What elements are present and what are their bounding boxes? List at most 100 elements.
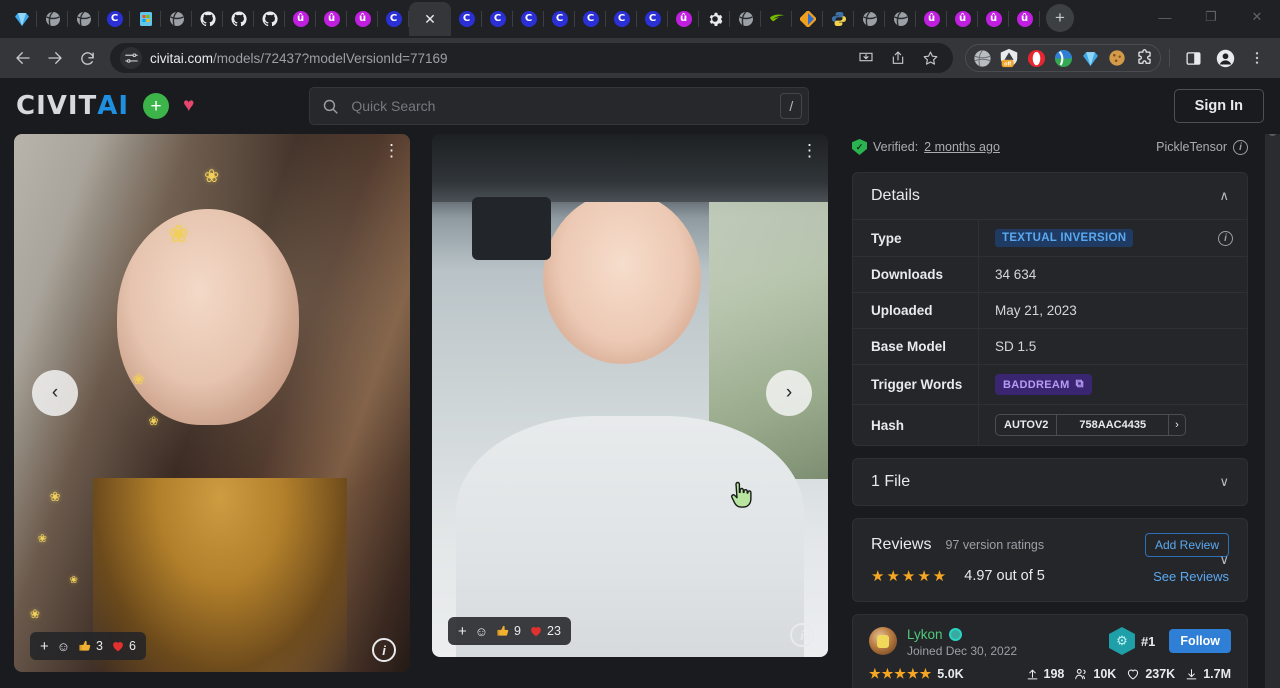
reviews-chevron-down-icon[interactable]: ∨ — [1219, 552, 1229, 568]
minimize-button[interactable]: — — [1142, 0, 1188, 34]
tab-civitai-9[interactable]: C — [637, 2, 668, 36]
tab-unstable-1[interactable]: û — [285, 2, 316, 36]
tab-civitai-2[interactable]: C — [378, 2, 409, 36]
thumbs-up-reaction[interactable]: 9 — [496, 624, 521, 638]
type-info-icon[interactable]: i — [1218, 231, 1233, 246]
maximize-button[interactable]: ❐ — [1188, 0, 1234, 34]
add-review-button[interactable]: Add Review — [1145, 533, 1229, 557]
tab-civitai-7[interactable]: C — [575, 2, 606, 36]
image-info-button[interactable]: i — [372, 638, 396, 662]
tab-civitai-5[interactable]: C — [513, 2, 544, 36]
tab-nvidia[interactable] — [761, 2, 792, 36]
colorful-ext-icon[interactable] — [1050, 45, 1076, 71]
tab-unstable-2[interactable]: û — [316, 2, 347, 36]
tab-globe-4[interactable] — [730, 2, 761, 36]
slide-menu-button[interactable]: ⋮ — [383, 142, 400, 159]
create-button[interactable]: + — [143, 93, 169, 119]
tab-unstable-8[interactable]: û — [1009, 2, 1040, 36]
tab-unstable-6[interactable]: û — [947, 2, 978, 36]
sign-in-button[interactable]: Sign In — [1174, 89, 1264, 123]
heart-reaction[interactable]: 23 — [529, 624, 561, 638]
verified-label: Verified: — [873, 140, 918, 154]
opera-ext-icon[interactable] — [1023, 45, 1049, 71]
tab-globe-1[interactable] — [37, 2, 68, 36]
profile-button[interactable] — [1210, 43, 1240, 73]
globe-ext-icon[interactable] — [969, 45, 995, 71]
side-panel-button[interactable] — [1178, 43, 1208, 73]
image-info-button[interactable]: i — [790, 623, 814, 647]
tab-blend[interactable] — [792, 2, 823, 36]
blend-icon — [800, 11, 816, 27]
files-card[interactable]: 1 File ∨ — [852, 458, 1248, 506]
chevron-up-icon[interactable]: ∧ — [1219, 188, 1229, 204]
add-reaction-button[interactable]: + — [40, 638, 49, 655]
tab-civitai-3[interactable]: C — [451, 2, 482, 36]
close-window-button[interactable]: ✕ — [1234, 0, 1280, 34]
tab-unstable-7[interactable]: û — [978, 2, 1009, 36]
tab-github-3[interactable] — [254, 2, 285, 36]
hash-expand-icon[interactable]: › — [1169, 415, 1185, 435]
site-settings-icon[interactable] — [120, 47, 142, 69]
type-badge[interactable]: TEXTUAL INVERSION — [995, 229, 1133, 247]
files-card-header[interactable]: 1 File ∨ — [853, 459, 1247, 505]
install-app-button[interactable] — [851, 43, 881, 73]
follow-button[interactable]: Follow — [1169, 629, 1231, 653]
close-icon[interactable]: ✕ — [424, 12, 436, 26]
add-reaction-button[interactable]: + — [458, 623, 467, 640]
emoji-icon[interactable]: ☺ — [57, 639, 70, 654]
tab-github-2[interactable] — [223, 2, 254, 36]
emoji-icon[interactable]: ☺ — [475, 624, 488, 639]
forward-button[interactable] — [40, 43, 70, 73]
tab-globe-3[interactable] — [161, 2, 192, 36]
slide-menu-button[interactable]: ⋮ — [801, 142, 818, 159]
creator-name-row[interactable]: Lykon — [907, 627, 1017, 642]
bookmark-button[interactable] — [915, 43, 945, 73]
back-button[interactable] — [8, 43, 38, 73]
address-bar[interactable]: civitai.com/models/72437?modelVersionId=… — [110, 43, 953, 73]
tab-globe-6[interactable] — [885, 2, 916, 36]
see-reviews-link[interactable]: See Reviews — [1153, 569, 1229, 584]
tab-github-1[interactable] — [192, 2, 223, 36]
trigger-word-badge[interactable]: BADDREAM ⧉ — [995, 374, 1092, 395]
tab-unstable-5[interactable]: û — [916, 2, 947, 36]
tab-civitai-4[interactable]: C — [482, 2, 513, 36]
details-card-header[interactable]: Details ∧ — [853, 173, 1247, 219]
heart-reaction[interactable]: 6 — [111, 639, 136, 653]
tab-globe-5[interactable] — [854, 2, 885, 36]
cookie-ext-icon[interactable] — [1104, 45, 1130, 71]
puzzle-ext-icon[interactable] — [1131, 45, 1157, 71]
tab-unstable-3[interactable]: û — [347, 2, 378, 36]
favorites-icon[interactable]: ♥ — [183, 95, 194, 117]
tab-civitai-6[interactable]: C — [544, 2, 575, 36]
store-icon — [138, 11, 154, 27]
search-input[interactable]: Quick Search / — [309, 87, 809, 125]
hash-group[interactable]: AUTOV2 758AAC4435 › — [995, 414, 1186, 436]
verified-time[interactable]: 2 months ago — [924, 140, 1000, 154]
diamond-ext-icon[interactable] — [1077, 45, 1103, 71]
tab-active-civitai[interactable]: ✕ — [409, 2, 451, 36]
page-scrollbar[interactable] — [1265, 78, 1280, 688]
info-icon[interactable]: i — [1233, 140, 1248, 155]
tab-diamond[interactable] — [6, 2, 37, 36]
tab-globe-2[interactable] — [68, 2, 99, 36]
tab-settings[interactable] — [699, 2, 730, 36]
carousel-next-button[interactable]: › — [766, 370, 812, 416]
unstable-icon: û — [676, 11, 692, 27]
tab-python[interactable] — [823, 2, 854, 36]
copy-icon[interactable]: ⧉ — [1076, 378, 1084, 391]
tab-unstable-4[interactable]: û — [668, 2, 699, 36]
thumbs-up-reaction[interactable]: 3 — [78, 639, 103, 653]
verified-badge-icon — [949, 628, 962, 641]
tab-civitai-1[interactable]: C — [99, 2, 130, 36]
chevron-down-icon[interactable]: ∨ — [1219, 474, 1229, 490]
new-tab-button[interactable]: + — [1046, 4, 1074, 32]
avatar[interactable] — [869, 627, 897, 655]
share-button[interactable] — [883, 43, 913, 73]
site-logo[interactable]: CIVITAI — [16, 91, 129, 121]
reload-button[interactable] — [72, 43, 102, 73]
carousel-prev-button[interactable]: ‹ — [32, 370, 78, 416]
menu-button[interactable] — [1242, 43, 1272, 73]
adblock-off-ext-icon[interactable]: off — [996, 45, 1022, 71]
tab-store[interactable] — [130, 2, 161, 36]
tab-civitai-8[interactable]: C — [606, 2, 637, 36]
